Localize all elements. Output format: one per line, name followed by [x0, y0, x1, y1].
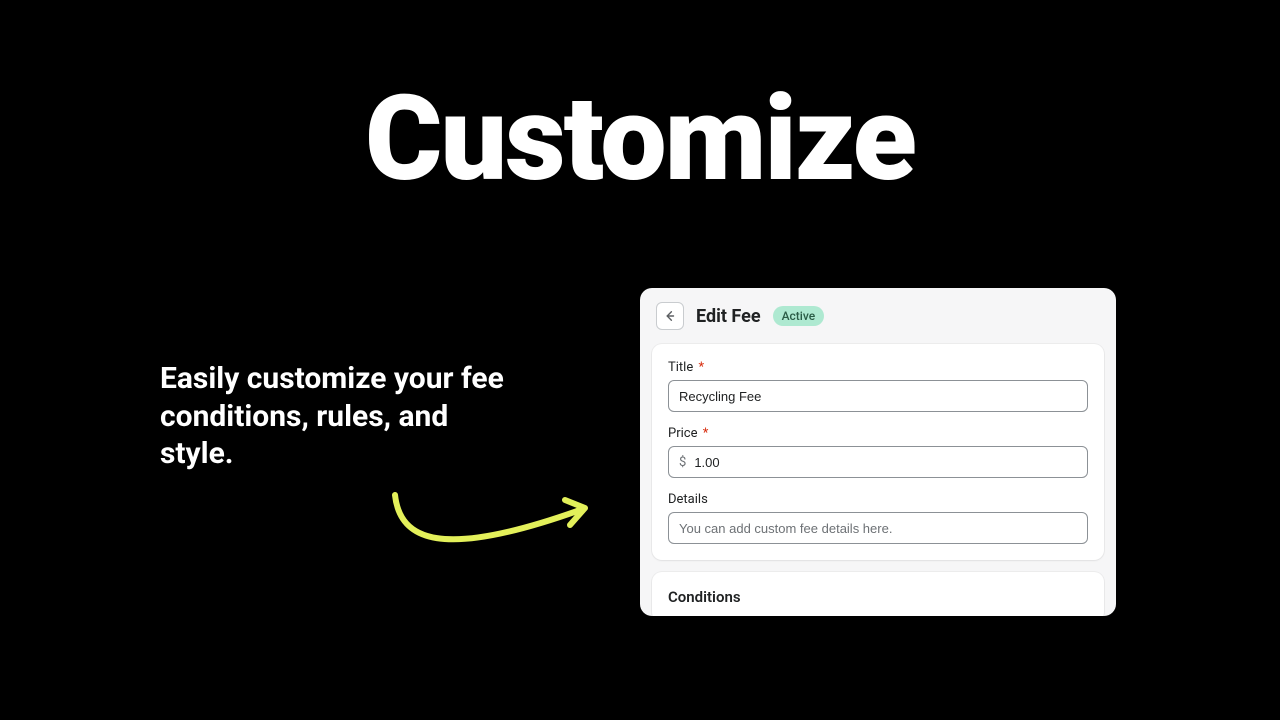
conditions-title: Conditions [668, 588, 1088, 606]
required-marker: * [703, 426, 709, 441]
arrow-decoration [380, 490, 600, 570]
currency-symbol: $ [669, 455, 694, 470]
details-field: Details [668, 492, 1088, 544]
price-label: Price * [668, 426, 1088, 441]
details-input[interactable] [668, 512, 1088, 544]
fee-details-card: Title * Price * $ Details [652, 344, 1104, 560]
price-field: Price * $ [668, 426, 1088, 478]
back-button[interactable] [656, 302, 684, 330]
price-input-wrap: $ [668, 446, 1088, 478]
title-input[interactable] [668, 380, 1088, 412]
panel-title: Edit Fee [696, 306, 761, 327]
panel-header: Edit Fee Active [640, 288, 1116, 344]
required-marker: * [698, 360, 704, 375]
price-input[interactable] [694, 447, 1087, 477]
price-label-text: Price [668, 426, 697, 441]
hero-subtitle: Easily customize your fee conditions, ru… [160, 360, 520, 473]
arrow-left-icon [663, 309, 677, 323]
edit-fee-panel: Edit Fee Active Title * Price * $ Detail… [640, 288, 1116, 616]
title-field: Title * [668, 360, 1088, 412]
title-label-text: Title [668, 360, 693, 375]
details-label: Details [668, 492, 1088, 507]
title-label: Title * [668, 360, 1088, 375]
hero-title: Customize [365, 70, 915, 208]
status-badge: Active [773, 306, 825, 326]
conditions-card: Conditions [652, 572, 1104, 616]
